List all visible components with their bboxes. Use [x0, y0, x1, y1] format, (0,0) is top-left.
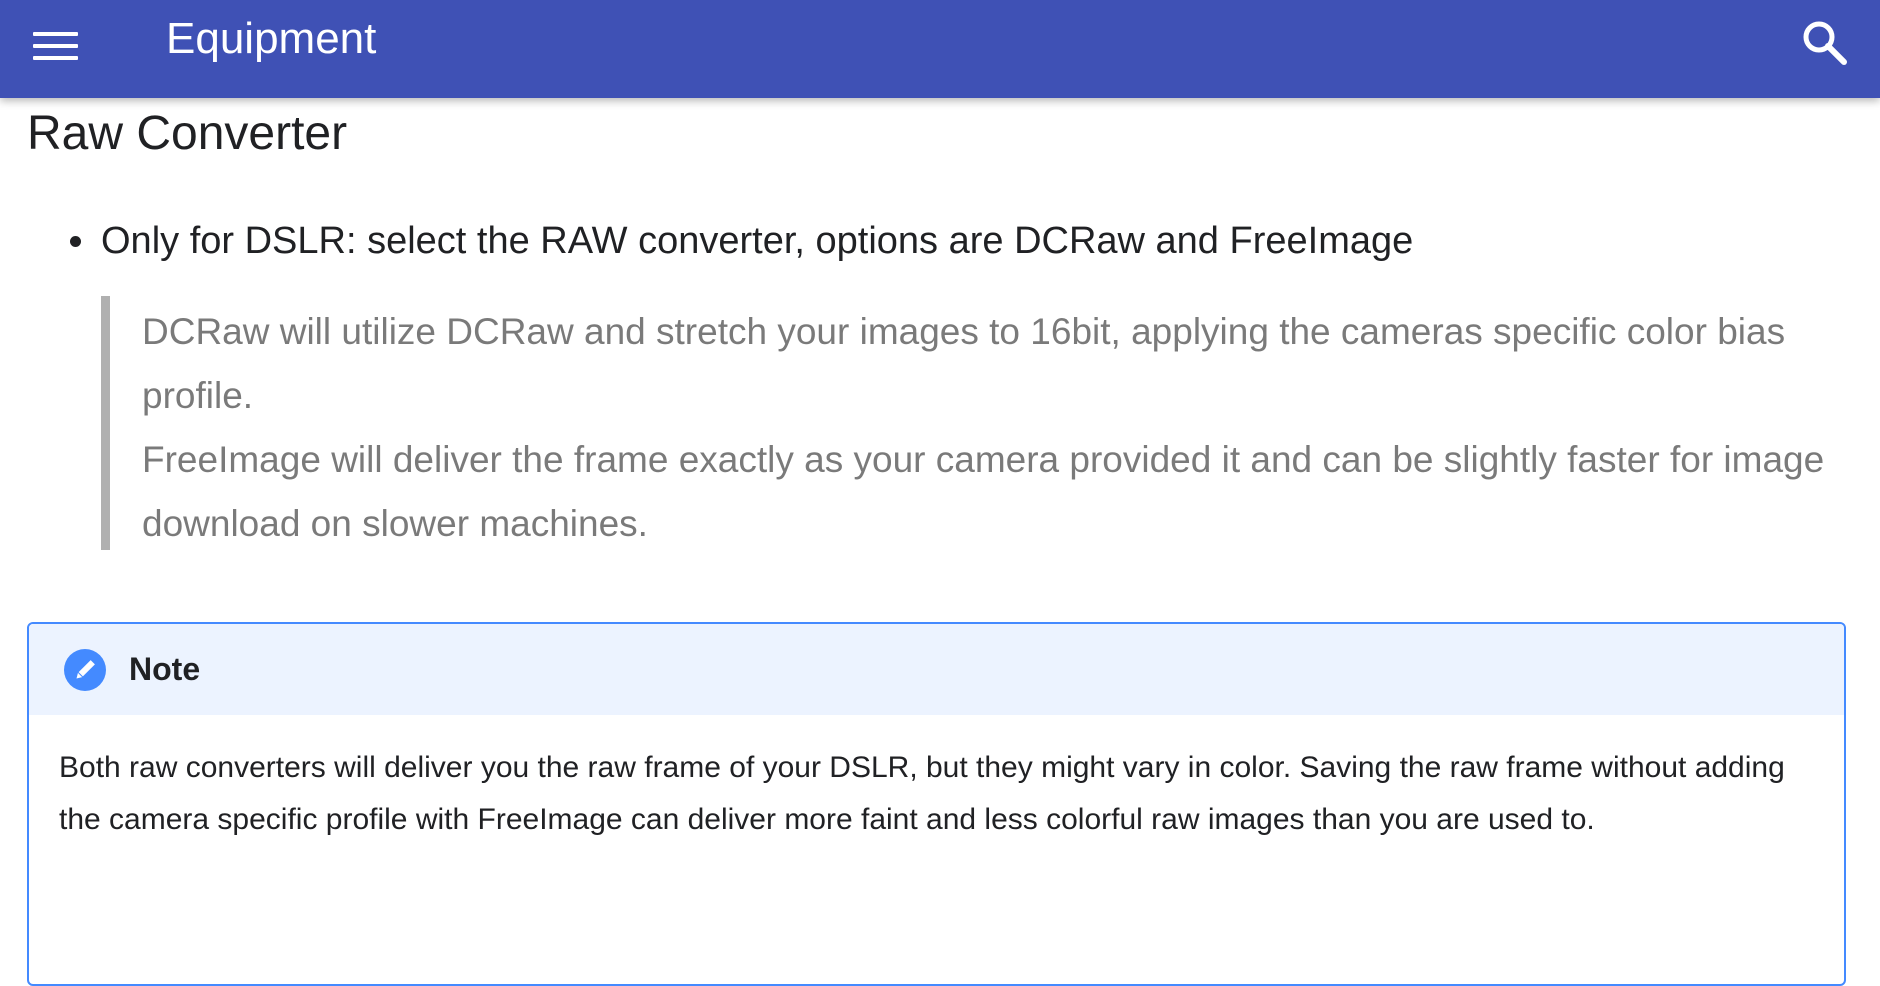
menu-icon-bar [33, 32, 78, 36]
pencil-icon [64, 649, 106, 691]
menu-icon-bar [33, 56, 78, 60]
quote-paragraph-dcraw: DCRaw will utilize DCRaw and stretch you… [142, 311, 1786, 416]
blockquote-text: DCRaw will utilize DCRaw and stretch you… [142, 300, 1850, 556]
note-body: Both raw converters will deliver you the… [59, 751, 1785, 836]
menu-icon[interactable] [26, 16, 84, 74]
search-icon[interactable] [1794, 12, 1856, 74]
menu-icon-bar [33, 44, 78, 48]
list-item-text: Only for DSLR: select the RAW converter,… [101, 220, 1414, 262]
note-header: Note [29, 624, 1844, 715]
pencil-icon-glyph [76, 660, 95, 679]
search-icon-glyph [1803, 21, 1847, 65]
section-title: Raw Converter [27, 107, 348, 160]
quote-paragraph-freeimage: FreeImage will deliver the frame exactly… [142, 439, 1825, 544]
note-title: Note [129, 651, 201, 687]
list-item: Only for DSLR: select the RAW converter,… [70, 216, 1414, 266]
note-admonition: Note Both raw converters will deliver yo… [27, 622, 1846, 986]
blockquote: DCRaw will utilize DCRaw and stretch you… [101, 296, 1850, 550]
bullet-icon [70, 236, 81, 247]
page-title: Equipment [166, 14, 377, 63]
app-bar: Equipment [0, 0, 1880, 98]
